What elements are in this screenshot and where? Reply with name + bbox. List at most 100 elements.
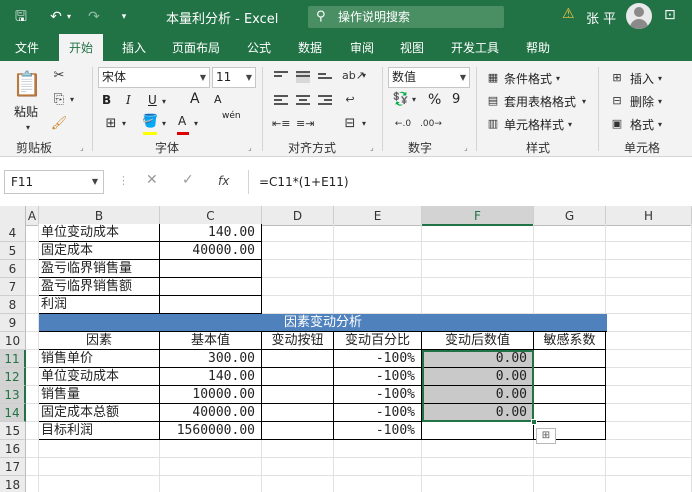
- analysis-row-label[interactable]: 单位变动成本: [39, 368, 160, 386]
- cell[interactable]: [262, 296, 334, 314]
- cell[interactable]: [606, 440, 692, 458]
- cell[interactable]: [26, 296, 39, 314]
- column-header-h[interactable]: H: [606, 206, 692, 226]
- phonetic-guide-button[interactable]: wén: [222, 111, 241, 121]
- underline-dropdown-icon[interactable]: ▾: [160, 93, 168, 111]
- column-header-e[interactable]: E: [334, 206, 422, 226]
- avatar[interactable]: [626, 3, 652, 29]
- copy-dropdown-icon[interactable]: ▾: [68, 91, 76, 109]
- analysis-header-cell[interactable]: 敏感系数: [534, 332, 606, 350]
- delete-cells-button[interactable]: 删除: [630, 93, 654, 110]
- increase-indent-icon[interactable]: ≡⇥: [296, 115, 314, 133]
- cell[interactable]: [262, 476, 334, 492]
- cell[interactable]: [422, 440, 534, 458]
- undo-icon[interactable]: ↶: [46, 7, 66, 27]
- user-name[interactable]: 张 平: [586, 8, 616, 27]
- analysis-cell[interactable]: -100%: [334, 350, 422, 368]
- tab-data[interactable]: 数据: [298, 39, 322, 56]
- cell[interactable]: [26, 242, 39, 260]
- align-middle-icon[interactable]: [296, 71, 310, 83]
- cell[interactable]: [334, 296, 422, 314]
- row-header-17[interactable]: 17: [0, 458, 26, 476]
- cell[interactable]: [262, 458, 334, 476]
- table-row-value[interactable]: [160, 260, 262, 278]
- cell[interactable]: [534, 476, 606, 492]
- font-name-combo[interactable]: 宋体 ▼: [98, 67, 210, 88]
- tab-insert[interactable]: 插入: [122, 39, 146, 56]
- cell[interactable]: [26, 260, 39, 278]
- paste-button-label[interactable]: 粘贴: [14, 103, 38, 120]
- tab-page-layout[interactable]: 页面布局: [172, 39, 220, 56]
- row-header-15[interactable]: 15: [0, 422, 26, 440]
- formula-input[interactable]: =C11*(1+E11): [248, 170, 692, 194]
- cell[interactable]: [26, 314, 39, 332]
- undo-dropdown-icon[interactable]: ▾: [64, 7, 74, 27]
- cell[interactable]: [160, 458, 262, 476]
- analysis-cell[interactable]: -100%: [334, 422, 422, 440]
- cell[interactable]: [160, 440, 262, 458]
- cell[interactable]: [26, 224, 39, 242]
- row-header-11[interactable]: 11: [0, 350, 26, 368]
- analysis-header-cell[interactable]: 变动百分比: [334, 332, 422, 350]
- cut-icon[interactable]: ✂: [50, 67, 68, 85]
- orientation-dropdown-icon[interactable]: ▾: [360, 67, 368, 85]
- decrease-font-button[interactable]: A: [214, 93, 222, 106]
- increase-decimal-icon[interactable]: ←.0: [392, 115, 414, 133]
- column-header-a[interactable]: A: [26, 206, 39, 226]
- cell[interactable]: [606, 296, 692, 314]
- cell[interactable]: [606, 368, 692, 386]
- table-row-label[interactable]: 单位变动成本: [39, 224, 160, 242]
- format-table-dropdown-icon[interactable]: ▾: [580, 93, 588, 111]
- analysis-row-label[interactable]: 固定成本总额: [39, 404, 160, 422]
- table-row-label[interactable]: 利润: [39, 296, 160, 314]
- cell[interactable]: [26, 386, 39, 404]
- decrease-indent-icon[interactable]: ⇤≡: [272, 115, 290, 133]
- cell[interactable]: [26, 404, 39, 422]
- analysis-header-cell[interactable]: 因素: [39, 332, 160, 350]
- decrease-decimal-icon[interactable]: .00→: [420, 115, 442, 133]
- analysis-cell[interactable]: [262, 404, 334, 422]
- cell[interactable]: [26, 332, 39, 350]
- tab-file[interactable]: 文件: [15, 39, 39, 56]
- selection-range[interactable]: [422, 350, 534, 422]
- analysis-cell[interactable]: [534, 350, 606, 368]
- cell[interactable]: [262, 224, 334, 242]
- enter-icon[interactable]: ✓: [182, 172, 194, 188]
- align-right-icon[interactable]: [318, 95, 332, 107]
- cell[interactable]: [534, 260, 606, 278]
- analysis-cell[interactable]: 140.00: [160, 368, 262, 386]
- analysis-banner[interactable]: 因素变动分析: [39, 314, 607, 332]
- increase-font-button[interactable]: A: [190, 91, 200, 107]
- cell[interactable]: [262, 278, 334, 296]
- fill-color-icon[interactable]: 🪣: [142, 113, 158, 131]
- format-painter-icon[interactable]: 🖌: [50, 115, 68, 133]
- quick-analysis-icon[interactable]: ⊞: [536, 428, 556, 444]
- cell[interactable]: [534, 242, 606, 260]
- number-format-combo[interactable]: 数值 ▼: [388, 67, 470, 88]
- analysis-cell[interactable]: [534, 404, 606, 422]
- cell[interactable]: [534, 224, 606, 242]
- row-header-7[interactable]: 7: [0, 278, 26, 296]
- cell[interactable]: [606, 314, 692, 332]
- analysis-cell[interactable]: [534, 386, 606, 404]
- underline-button[interactable]: U: [148, 93, 157, 107]
- row-header-9[interactable]: 9: [0, 314, 26, 332]
- column-header-d[interactable]: D: [262, 206, 334, 226]
- analysis-header-cell[interactable]: 变动按钮: [262, 332, 334, 350]
- cell[interactable]: [422, 296, 534, 314]
- insert-function-button[interactable]: fx: [218, 174, 229, 188]
- conditional-dropdown-icon[interactable]: ▾: [554, 70, 562, 88]
- row-header-16[interactable]: 16: [0, 440, 26, 458]
- row-header-10[interactable]: 10: [0, 332, 26, 350]
- cell[interactable]: [422, 476, 534, 492]
- row-header-12[interactable]: 12: [0, 368, 26, 386]
- format-dropdown-icon[interactable]: ▾: [656, 116, 664, 134]
- analysis-cell[interactable]: 1560000.00: [160, 422, 262, 440]
- table-row-label[interactable]: 固定成本: [39, 242, 160, 260]
- merge-dropdown-icon[interactable]: ▾: [360, 115, 368, 133]
- align-center-icon[interactable]: [296, 95, 310, 107]
- wrap-text-icon[interactable]: ↩: [342, 91, 358, 109]
- cell[interactable]: [606, 224, 692, 242]
- accounting-dropdown-icon[interactable]: ▾: [410, 91, 418, 109]
- analysis-cell[interactable]: 300.00: [160, 350, 262, 368]
